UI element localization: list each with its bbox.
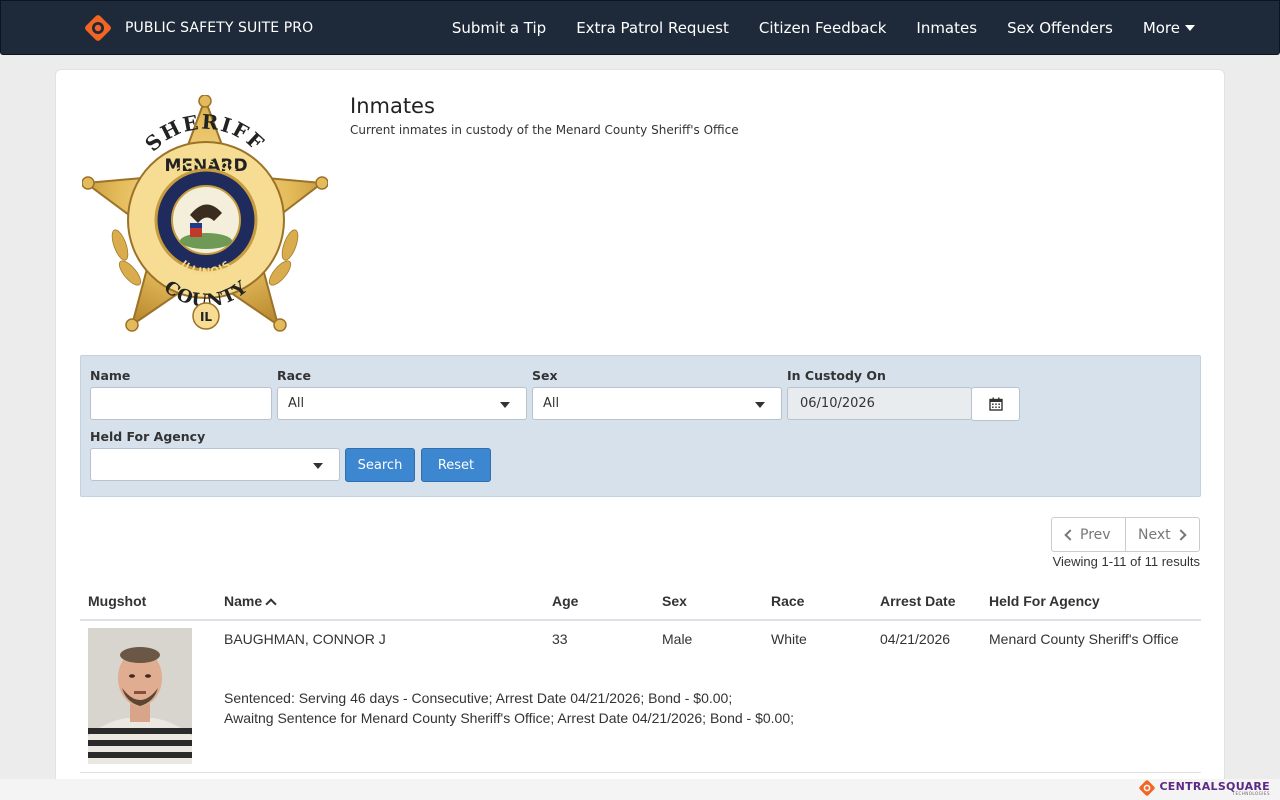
caret-down-icon [313,463,323,469]
agency-filter-select[interactable] [90,448,340,481]
search-button[interactable]: Search [345,448,415,482]
name-filter-input[interactable] [90,387,272,420]
content-card: SHERIFF MENARD STATE OF ILLINOIS COUNTY … [55,69,1225,800]
inmate-held-for-agency: Menard County Sheriff's Office [989,631,1179,647]
sex-filter-value: All [543,396,560,411]
centralsquare-logo-icon [85,15,111,41]
race-filter-select[interactable]: All [277,387,527,420]
footer-brand[interactable]: CENTRALSQUARE TECHNOLOGIES [1139,780,1270,796]
custody-date-input[interactable]: 06/10/2026 [787,387,972,420]
footer-brand-tagline: TECHNOLOGIES [1232,790,1270,796]
next-label: Next [1138,526,1171,543]
reset-button[interactable]: Reset [421,448,491,482]
nav-extra-patrol-request[interactable]: Extra Patrol Request [576,19,729,37]
nav-inmates[interactable]: Inmates [916,19,977,37]
page-footer: CENTRALSQUARE TECHNOLOGIES [0,779,1280,800]
next-page-button[interactable]: Next [1126,517,1200,552]
calendar-button[interactable] [971,387,1020,421]
prev-label: Prev [1080,526,1111,543]
sort-asc-icon [265,597,277,610]
col-header-arrest-date[interactable]: Arrest Date [880,593,955,609]
col-header-agency[interactable]: Held For Agency [989,593,1100,609]
nav-more-dropdown[interactable]: More [1143,19,1195,37]
name-filter-label: Name [90,368,131,383]
brand-name: PUBLIC SAFETY SUITE PRO [125,20,314,36]
inmate-sex: Male [662,631,693,647]
badge-state-abbrev: IL [200,310,212,324]
centralsquare-logo-icon [1139,780,1156,796]
race-filter-label: Race [277,368,311,383]
caret-down-icon [1185,24,1195,31]
sex-filter-select[interactable]: All [532,387,782,420]
chevron-left-icon [1064,528,1076,541]
footer-brand-name: CENTRALSQUARE [1159,779,1270,793]
sheriff-badge-logo: SHERIFF MENARD STATE OF ILLINOIS COUNTY … [82,95,328,332]
inmate-age: 33 [552,631,568,647]
main-nav: Submit a Tip Extra Patrol Request Citize… [422,1,1195,54]
top-navbar: PUBLIC SAFETY SUITE PRO Submit a Tip Ext… [0,0,1280,55]
inmate-charge-note: Sentenced: Serving 46 days - Consecutive… [224,690,733,706]
nav-more-label: More [1142,18,1180,37]
calendar-icon [988,397,1003,411]
col-header-name[interactable]: Name [224,593,277,610]
col-header-age[interactable]: Age [552,593,578,609]
caret-down-icon [500,402,510,408]
nav-submit-tip[interactable]: Submit a Tip [452,19,546,37]
col-header-sex[interactable]: Sex [662,593,687,609]
search-filters-panel: Name Race All Sex All In Custody On 06/1… [80,355,1201,497]
table-row-divider [80,772,1201,773]
col-header-name-label: Name [224,593,263,609]
nav-citizen-feedback[interactable]: Citizen Feedback [759,19,887,37]
inmate-race: White [771,631,807,647]
mugshot-image [88,628,192,764]
table-header-divider [80,619,1201,621]
caret-down-icon [755,402,765,408]
brand[interactable]: PUBLIC SAFETY SUITE PRO [85,15,313,41]
col-header-mugshot: Mugshot [88,593,147,609]
sex-filter-label: Sex [532,368,558,383]
agency-filter-label: Held For Agency [90,429,206,444]
chevron-right-icon [1174,528,1187,541]
inmate-mugshot[interactable] [88,628,192,764]
results-count: Viewing 1-11 of 11 results [1052,554,1200,569]
page-subtitle: Current inmates in custody of the Menard… [350,123,739,137]
inmate-charge-note: Awaitng Sentence for Menard County Sheri… [224,710,795,726]
inmate-arrest-date: 04/21/2026 [880,631,951,647]
pagination: Prev Next [1051,517,1200,552]
page-title: Inmates [350,94,435,118]
custody-date-label: In Custody On [787,368,886,383]
inmate-name[interactable]: BAUGHMAN, CONNOR J [224,631,386,647]
prev-page-button[interactable]: Prev [1051,517,1126,552]
race-filter-value: All [288,396,305,411]
col-header-race[interactable]: Race [771,593,804,609]
nav-sex-offenders[interactable]: Sex Offenders [1007,19,1113,37]
